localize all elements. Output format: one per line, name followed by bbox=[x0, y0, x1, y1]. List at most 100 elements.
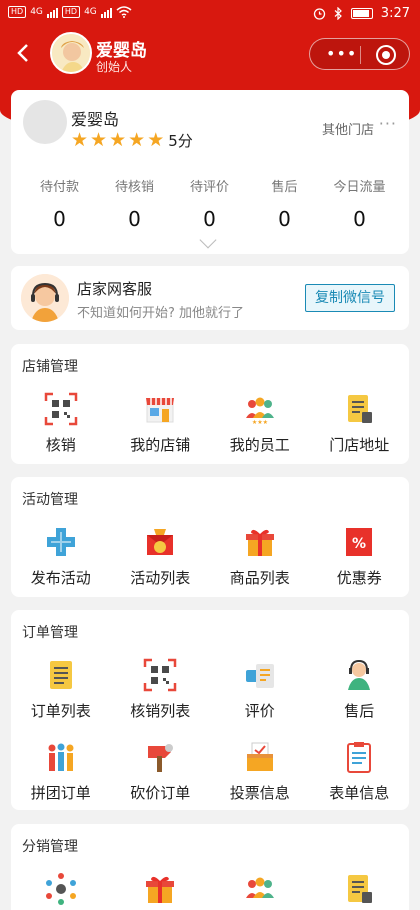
menu-item-vote-info[interactable]: 投票信息 bbox=[210, 740, 310, 822]
more-options-icon[interactable]: ••• bbox=[326, 46, 357, 62]
menu-grid: 发布活动 活动列表 商品列表 % 优惠券 bbox=[11, 525, 409, 607]
menu-item-label: 门店地址 bbox=[329, 436, 390, 454]
gift-box-icon bbox=[245, 529, 274, 556]
order-stats: 待付款 0 待核销 0 待评价 0 售后 0 今日流量 0 bbox=[11, 176, 409, 231]
stat-pending-payment[interactable]: 待付款 0 bbox=[22, 176, 97, 231]
stat-value: 0 bbox=[128, 207, 141, 231]
staff-group-icon bbox=[245, 877, 274, 898]
section-title: 活动管理 bbox=[22, 492, 78, 508]
menu-grid: 核销 我的店铺 ★★★ 我的员工 门店地址 bbox=[11, 392, 409, 474]
network-type-1: 4G bbox=[30, 7, 43, 17]
avatar[interactable] bbox=[50, 32, 92, 74]
stat-pending-review[interactable]: 待评价 0 bbox=[172, 176, 247, 231]
menu-item-group-order[interactable]: 拼团订单 bbox=[11, 740, 111, 822]
menu-item-label: 评价 bbox=[244, 702, 275, 720]
service-title: 店家网客服 bbox=[77, 280, 153, 298]
star-icon: ★ bbox=[71, 129, 89, 151]
menu-item-publish-activity[interactable]: 发布活动 bbox=[11, 525, 111, 607]
menu-item-label: 发布活动 bbox=[30, 569, 91, 587]
user-role: 创始人 bbox=[96, 60, 133, 74]
wifi-icon bbox=[116, 6, 132, 18]
menu-item-label: 核销列表 bbox=[130, 702, 191, 720]
stat-value: 0 bbox=[53, 207, 66, 231]
menu-item-after-sales[interactable]: 售后 bbox=[310, 658, 410, 740]
stat-value: 0 bbox=[278, 207, 291, 231]
store-name: 爱婴岛 bbox=[71, 110, 120, 129]
menu-item-my-store[interactable]: 我的店铺 bbox=[111, 392, 211, 474]
menu-item-store-address[interactable]: 门店地址 bbox=[310, 392, 410, 474]
stat-pending-verify[interactable]: 待核销 0 bbox=[97, 176, 172, 231]
support-agent-avatar bbox=[21, 274, 69, 322]
menu-item-product-list[interactable]: 商品列表 bbox=[210, 525, 310, 607]
other-store-link[interactable]: 其他门店 bbox=[322, 119, 374, 138]
menu-item-label: 投票信息 bbox=[229, 784, 290, 802]
menu-grid: 订单列表 核销列表 评价 售后 拼团订单 砍价订单 投票信息 表单信息 bbox=[11, 658, 409, 822]
money-bag-icon bbox=[147, 529, 174, 555]
menu-item-label: 砍价订单 bbox=[130, 784, 191, 802]
menu-item-distribution-2[interactable] bbox=[111, 872, 211, 910]
store-logo bbox=[23, 100, 67, 144]
expand-chevron-icon[interactable] bbox=[199, 231, 217, 249]
menu-item-distribution-1[interactable] bbox=[11, 872, 111, 910]
clipboard-form-icon bbox=[347, 742, 372, 773]
customer-service-card: 店家网客服 不知道如何开始? 加他就行了 复制微信号 bbox=[11, 266, 409, 330]
star-icon: ★ bbox=[147, 129, 165, 151]
menu-item-activity-list[interactable]: 活动列表 bbox=[111, 525, 211, 607]
menu-item-verify-list[interactable]: 核销列表 bbox=[111, 658, 211, 740]
rating-score: 5分 bbox=[168, 132, 193, 150]
stat-today-traffic[interactable]: 今日流量 0 bbox=[322, 176, 397, 231]
signal-icon bbox=[46, 7, 58, 18]
order-list-icon bbox=[49, 661, 72, 689]
menu-item-label: 订单列表 bbox=[30, 702, 91, 720]
menu-grid bbox=[11, 872, 409, 910]
bargain-axe-icon bbox=[148, 744, 174, 772]
address-doc-icon bbox=[348, 875, 373, 903]
menu-item-label: 活动列表 bbox=[130, 569, 191, 587]
menu-item-verify[interactable]: 核销 bbox=[11, 392, 111, 474]
store-card: 爱婴岛 ★ ★ ★ ★ ★ 5分 其他门店 ··· 待付款 0 待核销 0 待评… bbox=[11, 90, 409, 254]
star-icon: ★ bbox=[90, 129, 108, 151]
menu-item-distribution-4[interactable] bbox=[310, 872, 410, 910]
alarm-icon bbox=[313, 8, 325, 20]
address-doc-icon bbox=[348, 395, 373, 423]
menu-item-label: 拼团订单 bbox=[30, 784, 91, 802]
close-miniprogram-icon[interactable] bbox=[376, 45, 396, 65]
stat-label: 待核销 bbox=[114, 180, 154, 195]
menu-item-distribution-3[interactable] bbox=[210, 872, 310, 910]
menu-item-review[interactable]: 评价 bbox=[210, 658, 310, 740]
menu-item-label: 我的员工 bbox=[229, 436, 290, 454]
network-type-2: 4G bbox=[84, 7, 97, 17]
store-more-icon[interactable]: ··· bbox=[379, 114, 397, 133]
network-icon bbox=[45, 873, 76, 905]
group-buy-icon bbox=[48, 743, 74, 771]
stat-label: 今日流量 bbox=[333, 180, 386, 195]
support-agent-icon bbox=[348, 659, 371, 690]
menu-item-my-staff[interactable]: ★★★ 我的员工 bbox=[210, 392, 310, 474]
stat-value: 0 bbox=[203, 207, 216, 231]
section-title: 店铺管理 bbox=[22, 359, 78, 375]
bluetooth-icon bbox=[334, 7, 342, 20]
menu-item-bargain-order[interactable]: 砍价订单 bbox=[111, 740, 211, 822]
menu-item-label: 商品列表 bbox=[229, 569, 290, 587]
menu-item-coupon[interactable]: % 优惠券 bbox=[310, 525, 410, 607]
section-order-management: 订单管理 订单列表 核销列表 评价 售后 拼团订单 砍价订单 投票信息 表单信息 bbox=[11, 610, 409, 810]
svg-text:★★★: ★★★ bbox=[252, 419, 268, 426]
stat-after-sales[interactable]: 售后 0 bbox=[247, 176, 322, 231]
miniprogram-capsule: ••• bbox=[309, 38, 410, 70]
stat-label: 售后 bbox=[271, 180, 298, 195]
battery-icon bbox=[350, 8, 373, 19]
review-icon bbox=[245, 664, 274, 688]
hd-badge-2: HD bbox=[61, 6, 81, 18]
menu-item-label: 优惠券 bbox=[336, 569, 382, 587]
back-icon[interactable] bbox=[16, 42, 30, 68]
clock-time: 3:27 bbox=[380, 6, 410, 21]
storefront-icon bbox=[146, 398, 175, 423]
section-activity-management: 活动管理 发布活动 活动列表 商品列表 % 优惠券 bbox=[11, 477, 409, 597]
menu-item-form-info[interactable]: 表单信息 bbox=[310, 740, 410, 822]
copy-wechat-button[interactable]: 复制微信号 bbox=[305, 284, 395, 312]
star-icon: ★ bbox=[109, 129, 127, 151]
section-distribution-management: 分销管理 bbox=[11, 824, 409, 910]
plus-cross-icon bbox=[46, 528, 75, 556]
qr-scan-icon bbox=[44, 392, 77, 426]
menu-item-order-list[interactable]: 订单列表 bbox=[11, 658, 111, 740]
